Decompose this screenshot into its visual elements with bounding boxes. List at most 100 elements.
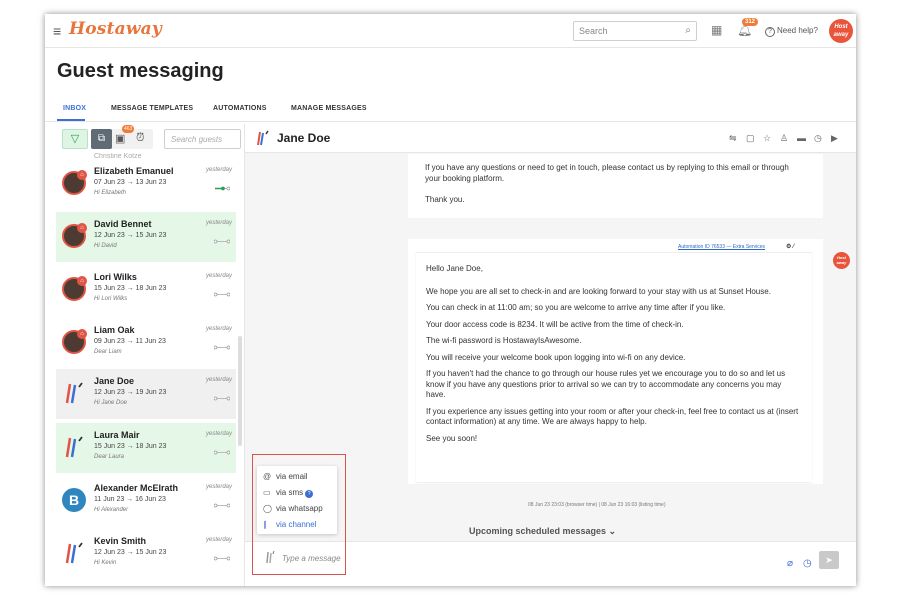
message-input[interactable]: Type a message bbox=[282, 554, 341, 563]
conversation-item[interactable]: ⌂ David Bennet 12 Jun 23 → 15 Jun 23 Hi Dav… bbox=[56, 212, 236, 262]
automation-link[interactable]: Automation ID 76533 — Extra Services bbox=[678, 244, 765, 250]
channel-option-channel[interactable]: ∥ via channel bbox=[263, 520, 316, 529]
search-icon[interactable]: ⌕ bbox=[685, 25, 691, 36]
filter-icon: ▽ bbox=[70, 133, 80, 145]
tab-inbox[interactable]: INBOX bbox=[63, 105, 86, 112]
stay-dates: 12 Jun 23 → 15 Jun 23 bbox=[94, 232, 167, 239]
message-paragraph: If you experience any issues getting int… bbox=[426, 406, 799, 427]
automated-message: Automation ID 76533 — Extra Services ⚙ ⁄… bbox=[408, 239, 823, 484]
schedule-icon[interactable]: ◷ bbox=[814, 133, 822, 144]
channel-option-label: via email bbox=[276, 472, 308, 481]
guest-avatar: ⌂ bbox=[62, 170, 87, 195]
channel-option-label: via sms bbox=[276, 488, 304, 497]
conversation-item[interactable]: ⌂ Lori Wilks 15 Jun 23 → 18 Jun 23 Hi Lori … bbox=[56, 265, 236, 315]
airbnb-icon: ⌂ bbox=[77, 276, 87, 286]
conversation-item[interactable]: B Alexander McElrath 11 Jun 23 → 16 Jun 23… bbox=[56, 476, 236, 526]
airbnb-icon: ⌂ bbox=[77, 170, 87, 180]
message-preview: Hi Kevin bbox=[94, 560, 117, 566]
alarm-clock-icon[interactable]: ⏰︎ bbox=[136, 132, 145, 145]
stay-dates: 12 Jun 23 → 19 Jun 23 bbox=[94, 389, 167, 396]
compose-channel-icon[interactable] bbox=[265, 550, 275, 564]
guest-name: Elizabeth Emanuel bbox=[94, 166, 174, 176]
automation-settings-icon[interactable]: ⚙ ⁄ bbox=[786, 243, 794, 250]
message-paragraph: Hello Jane Doe, bbox=[426, 264, 483, 273]
stay-progress-indicator bbox=[214, 503, 230, 508]
active-tab-indicator bbox=[57, 119, 85, 121]
conversation-item[interactable]: Jane Doe 12 Jun 23 → 19 Jun 23 Hi Jane Doe… bbox=[56, 369, 236, 419]
conversation-item[interactable]: ⌂ Liam Oak 09 Jun 23 → 11 Jun 23 Dear Liam y… bbox=[56, 318, 236, 368]
booking-icon: B bbox=[62, 488, 86, 512]
stay-progress-indicator bbox=[214, 292, 230, 297]
next-icon[interactable]: ▶ bbox=[831, 133, 838, 144]
star-icon[interactable]: ☆ bbox=[763, 133, 771, 144]
user-avatar[interactable]: Host away bbox=[829, 19, 853, 43]
automated-message-body: Hello Jane Doe, We hope you are all set … bbox=[416, 252, 812, 482]
message-paragraph: See you soon! bbox=[426, 433, 478, 443]
airbnb-icon: ⌂ bbox=[77, 329, 87, 339]
channel-option-sms[interactable]: ▭ via sms? bbox=[263, 488, 314, 498]
last-message-time: yesterday bbox=[205, 273, 232, 279]
notification-badge: 312 bbox=[742, 18, 759, 26]
last-message-time: yesterday bbox=[205, 431, 232, 437]
attachment-icon[interactable]: ⌀ bbox=[787, 558, 793, 569]
tab-message-templates[interactable]: MESSAGE TEMPLATES bbox=[111, 105, 193, 112]
guest-profile-icon[interactable]: ♙ bbox=[780, 133, 788, 144]
stay-dates: 07 Jun 23 → 13 Jun 23 bbox=[94, 179, 167, 186]
schedule-send-icon[interactable]: ◷ bbox=[803, 558, 812, 569]
brand-logo[interactable]: Hostaway bbox=[69, 19, 162, 39]
note-icon[interactable]: ▢ bbox=[746, 133, 755, 144]
tab-bar: INBOX MESSAGE TEMPLATES AUTOMATIONS MANA… bbox=[45, 102, 856, 122]
hostaway-channel-icon bbox=[257, 130, 269, 146]
message-paragraph: We hope you are all set to check-in and … bbox=[426, 286, 771, 296]
guest-search-placeholder: Search guests bbox=[171, 135, 223, 144]
archive-badge: 463 bbox=[122, 125, 135, 133]
stay-dates: 12 Jun 23 → 15 Jun 23 bbox=[94, 549, 167, 556]
conversation-list-scrollbar[interactable] bbox=[238, 336, 242, 446]
hostaway-channel-icon bbox=[65, 436, 83, 458]
conversation-item[interactable]: ⌂ Elizabeth Emanuel 07 Jun 23 → 13 Jun 23 H… bbox=[56, 159, 236, 209]
message-paragraph: You can check in at 11:00 am; so you are… bbox=[426, 303, 726, 312]
tab-automations[interactable]: AUTOMATIONS bbox=[213, 105, 267, 112]
reservation-calendar-icon[interactable]: ▬ bbox=[797, 133, 806, 143]
conversation-item[interactable]: Kevin Smith 12 Jun 23 → 15 Jun 23 Hi Kevin… bbox=[56, 529, 236, 579]
message-preview: Hi Alexander bbox=[94, 507, 129, 513]
help-label: Need help? bbox=[777, 26, 818, 35]
message-paragraph: If you haven't had the chance to go thro… bbox=[426, 369, 786, 399]
chat-bubbles-icon: ⧉ bbox=[97, 133, 106, 144]
stay-progress-indicator bbox=[214, 556, 230, 561]
message-timestamp: 08 Jun 23 23:03 (browser time) | 08 Jun … bbox=[528, 502, 666, 508]
stay-progress-indicator bbox=[214, 345, 230, 350]
info-icon[interactable]: ? bbox=[305, 490, 314, 498]
channel-option-email[interactable]: @ via email bbox=[263, 472, 308, 481]
message-preview: Dear Laura bbox=[94, 454, 125, 460]
archive-icon[interactable]: ▣ bbox=[115, 132, 125, 145]
stay-progress-indicator bbox=[215, 186, 230, 191]
message-preview: Dear Liam bbox=[94, 349, 122, 355]
question-icon: ? bbox=[765, 27, 775, 37]
view-toggle-group: ⧉ ▣ 463 ⏰︎ bbox=[91, 125, 153, 149]
filter-button[interactable]: ▽ bbox=[62, 129, 88, 149]
app-window: ≡ Hostaway Search ⌕ ▦ 🔔︎ 312 ? Need help?… bbox=[45, 14, 856, 586]
conversation-item[interactable]: Laura Mair 15 Jun 23 → 18 Jun 23 Dear Laur… bbox=[56, 423, 236, 473]
guest-name: Jane Doe bbox=[94, 376, 135, 386]
global-search-input[interactable]: Search ⌕ bbox=[573, 21, 697, 41]
tab-manage-messages[interactable]: MANAGE MESSAGES bbox=[291, 105, 367, 112]
message-paragraph: The wi-fi password is HostawayIsAwesome. bbox=[426, 336, 582, 345]
translate-icon[interactable]: ⇋ bbox=[729, 133, 737, 144]
last-message-time: yesterday bbox=[205, 167, 232, 173]
sms-icon: ▭ bbox=[263, 488, 271, 497]
upcoming-scheduled-toggle[interactable]: Upcoming scheduled messages ⌄ bbox=[469, 526, 616, 537]
page-title: Guest messaging bbox=[57, 60, 224, 82]
menu-icon[interactable]: ≡ bbox=[53, 23, 61, 39]
help-link[interactable]: ? Need help? bbox=[765, 26, 818, 37]
send-button[interactable]: ➤ bbox=[819, 551, 839, 569]
guest-name: Lori Wilks bbox=[94, 272, 137, 282]
conversations-view-button[interactable]: ⧉ bbox=[91, 129, 112, 149]
stay-dates: 11 Jun 23 → 16 Jun 23 bbox=[94, 496, 166, 503]
channel-option-whatsapp[interactable]: ◯ via whatsapp bbox=[263, 504, 323, 513]
last-message-time: yesterday bbox=[205, 484, 232, 490]
whatsapp-icon: ◯ bbox=[263, 504, 272, 513]
channel-option-label: via channel bbox=[276, 520, 317, 529]
calendar-icon[interactable]: ▦ bbox=[711, 23, 722, 37]
guest-search-input[interactable]: Search guests bbox=[164, 129, 241, 149]
